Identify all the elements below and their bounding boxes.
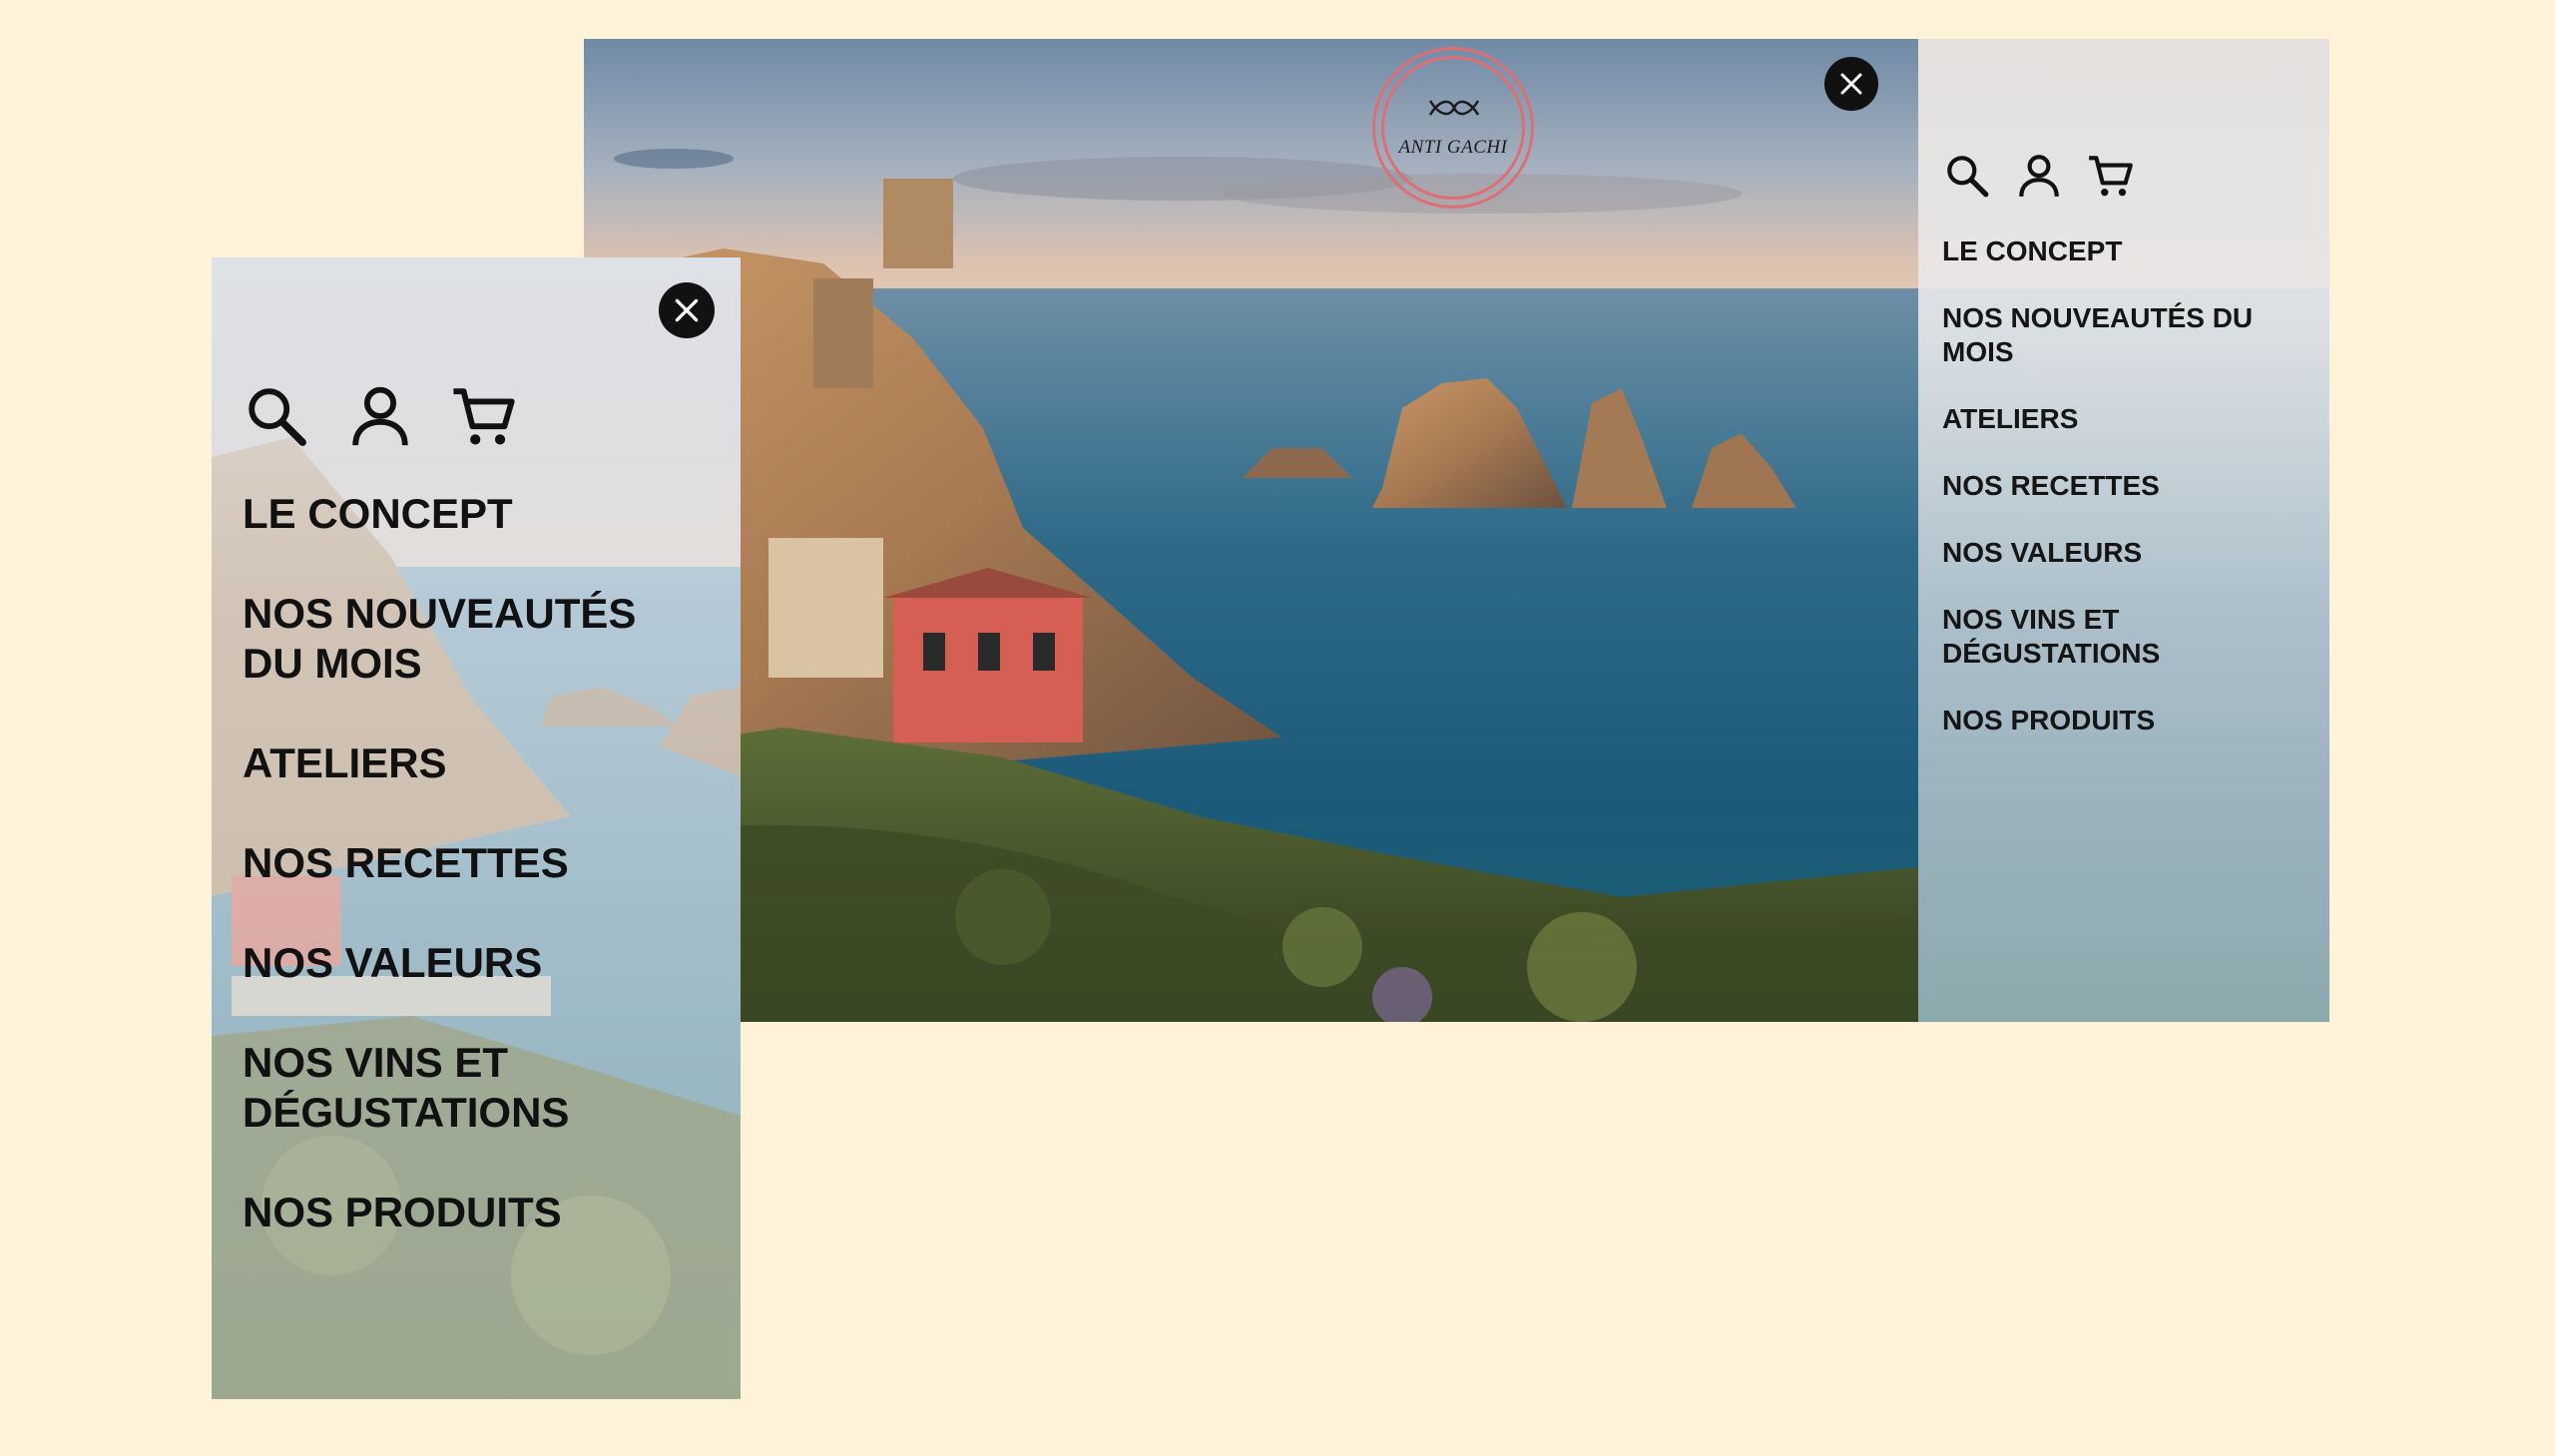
mobile-mockup: LE CONCEPT NOS NOUVEAUTÉS DU MOIS ATELIE… [212, 257, 741, 1399]
desktop-menu-list: LE CONCEPT NOS NOUVEAUTÉS DU MOIS ATELIE… [1942, 235, 2262, 770]
user-icon[interactable] [2014, 151, 2064, 201]
mobile-close-button[interactable] [659, 282, 715, 338]
desktop-menu-item-nouveautes[interactable]: NOS NOUVEAUTÉS DU MOIS [1942, 301, 2262, 369]
cart-icon[interactable] [449, 381, 519, 451]
user-icon[interactable] [345, 381, 415, 451]
desktop-menu-item-recettes[interactable]: NOS RECETTES [1942, 469, 2262, 503]
mobile-menu-item-nouveautes[interactable]: NOS NOUVEAUTÉS DU MOIS [243, 589, 662, 689]
search-icon[interactable] [1942, 151, 1992, 201]
mobile-menu-item-vins[interactable]: NOS VINS ET DÉGUSTATIONS [243, 1038, 662, 1138]
desktop-close-button[interactable] [1824, 57, 1878, 111]
mobile-menu-item-le-concept[interactable]: LE CONCEPT [243, 489, 662, 539]
close-icon [675, 298, 699, 322]
desktop-menu-item-valeurs[interactable]: NOS VALEURS [1942, 536, 2262, 570]
desktop-menu-item-vins[interactable]: NOS VINS ET DÉGUSTATIONS [1942, 603, 2262, 671]
desktop-menu-item-ateliers[interactable]: ATELIERS [1942, 402, 2262, 436]
mobile-menu-icons [242, 381, 519, 451]
mobile-menu-item-valeurs[interactable]: NOS VALEURS [243, 938, 662, 988]
mobile-menu-item-produits[interactable]: NOS PRODUITS [243, 1188, 662, 1237]
mobile-menu-list: LE CONCEPT NOS NOUVEAUTÉS DU MOIS ATELIE… [243, 489, 662, 1287]
close-icon [1840, 73, 1862, 95]
search-icon[interactable] [242, 381, 311, 451]
logo-swash-icon [1428, 100, 1480, 116]
desktop-menu-icons [1942, 151, 2136, 201]
cart-icon[interactable] [2086, 151, 2136, 201]
brand-logo[interactable]: ANTI GACHI [1372, 47, 1534, 209]
mobile-menu-item-recettes[interactable]: NOS RECETTES [243, 838, 662, 888]
desktop-mockup: ANTI GACHI LE CONCEPT NOS NOUVEAUTÉS DU … [584, 39, 2329, 1022]
desktop-menu-item-le-concept[interactable]: LE CONCEPT [1942, 235, 2262, 268]
desktop-menu-item-produits[interactable]: NOS PRODUITS [1942, 704, 2262, 737]
logo-text: ANTI GACHI [1398, 137, 1508, 158]
mobile-menu-item-ateliers[interactable]: ATELIERS [243, 738, 662, 788]
